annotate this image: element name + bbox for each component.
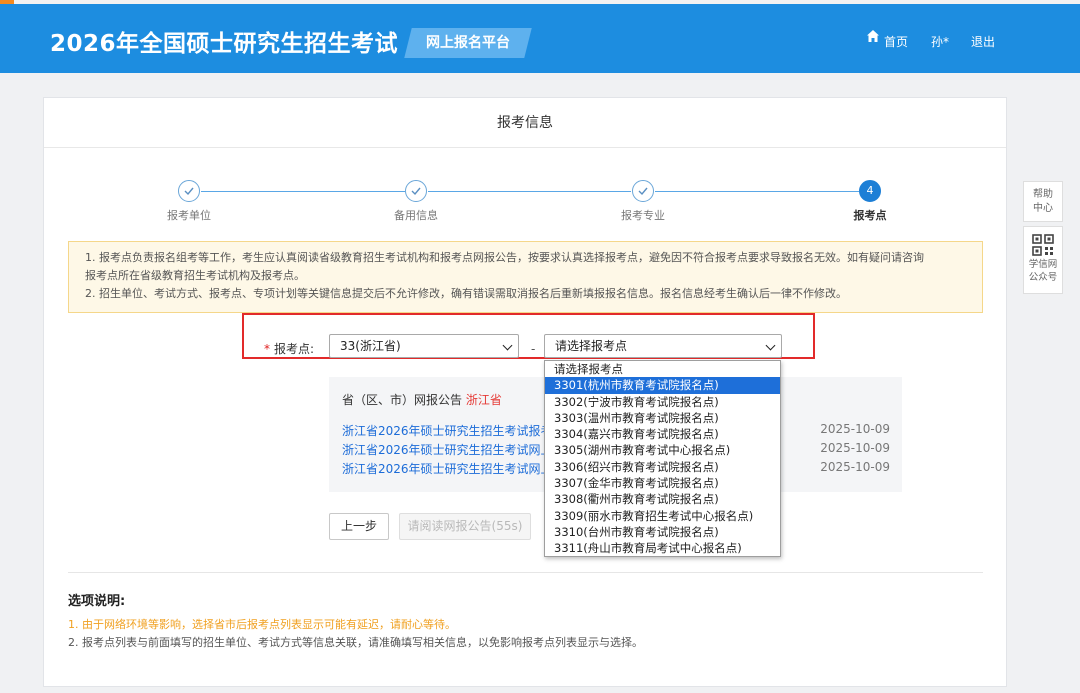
dropdown-option[interactable]: 3301(杭州市教育考试院报名点) (545, 377, 780, 394)
announcement-date: 2025-10-09 (820, 441, 890, 455)
select-separator: - (531, 342, 536, 356)
nav-user-name[interactable]: 孙* (931, 33, 949, 50)
step-2-label: 备用信息 (394, 209, 438, 222)
dropdown-option[interactable]: 3305(湖州市教育考试中心报名点) (545, 442, 780, 458)
dropdown-option[interactable]: 3304(嘉兴市教育考试院报名点) (545, 426, 780, 442)
announcement-link[interactable]: 浙江省2026年硕士研究生招生考试网上报 (342, 441, 557, 458)
nav-home-link[interactable]: 首页 (884, 33, 908, 50)
panel-title: 报考信息 (44, 98, 1006, 148)
nav-logout-link[interactable]: 退出 (971, 33, 995, 50)
divider (68, 572, 983, 573)
read-announcement-button[interactable]: 请阅读网报公告(55s) (399, 513, 531, 540)
step-connector (201, 191, 405, 192)
options-title: 选项说明: (68, 594, 126, 609)
options-note: 2. 报考点列表与前面填写的招生单位、考试方式等信息关联，请准确填写相关信息，以… (68, 636, 643, 649)
step-2-check-icon (405, 180, 427, 202)
exam-site-select[interactable]: 请选择报考点 (544, 334, 782, 358)
step-connector (428, 191, 631, 192)
platform-badge: 网上报名平台 (404, 28, 532, 58)
exam-site-dropdown[interactable]: 请选择报考点 3301(杭州市教育考试院报名点) 3302(宁波市教育考试院报名… (544, 360, 781, 557)
step-connector (655, 191, 859, 192)
header: 2026年全国硕士研究生招生考试 网上报名平台 (0, 4, 1080, 73)
dropdown-option[interactable]: 3303(温州市教育考试院报名点) (545, 410, 780, 426)
dropdown-option[interactable]: 3307(金华市教育考试院报名点) (545, 475, 780, 491)
exam-site-select-value: 请选择报考点 (555, 339, 628, 353)
chevron-down-icon (765, 340, 776, 351)
province-select-value: 33(浙江省) (340, 339, 401, 353)
dropdown-option[interactable]: 3309(丽水市教育招生考试中心报名点) (545, 508, 780, 524)
wechat-qr-button[interactable]: 学信网 公众号 (1023, 226, 1063, 294)
step-4-number: 4 (859, 180, 881, 202)
exam-site-label: * 报考点: (264, 340, 314, 357)
home-icon[interactable] (866, 29, 880, 43)
notice-line: 1. 报考点负责报名组考等工作，考生应认真阅读省级教育招生考试机构和报考点网报公… (85, 251, 924, 264)
options-note: 1. 由于网络环境等影响，选择省市后报考点列表显示可能有延迟，请耐心等待。 (68, 618, 456, 631)
notice-line: 2. 招生单位、考试方式、报考点、专项计划等关键信息提交后不允许修改，确有错误需… (85, 287, 847, 300)
dropdown-option[interactable]: 3306(绍兴市教育考试院报名点) (545, 459, 780, 475)
qr-label-line: 公众号 (1028, 272, 1058, 283)
exam-site-label-text: 报考点: (274, 342, 315, 356)
step-1-label: 报考单位 (167, 209, 211, 222)
announcement-heading-text: 省（区、市）网报公告 (342, 393, 463, 407)
dropdown-option[interactable]: 3310(台州市教育考试院报名点) (545, 524, 780, 540)
qr-code-icon (1032, 234, 1054, 256)
notice-box: 1. 报考点负责报名组考等工作，考生应认真阅读省级教育招生考试机构和报考点网报公… (68, 241, 983, 313)
platform-label: 网上报名平台 (426, 35, 510, 51)
announcement-heading: 省（区、市）网报公告 浙江省 (342, 391, 502, 408)
announcement-link[interactable]: 浙江省2026年硕士研究生招生考试报考点 (342, 422, 557, 439)
step-3-label: 报考专业 (621, 209, 665, 222)
required-star: * (264, 342, 270, 356)
dropdown-option[interactable]: 3311(舟山市教育局考试中心报名点) (545, 540, 780, 556)
notice-line: 报考点所在省级教育招生考试机构及报考点。 (85, 269, 305, 282)
help-center-label: 帮助中心 (1033, 189, 1053, 214)
announcement-date: 2025-10-09 (820, 460, 890, 474)
step-4-label: 报考点 (853, 209, 887, 222)
chevron-down-icon (502, 340, 513, 351)
step-3-check-icon (632, 180, 654, 202)
step-1-check-icon (178, 180, 200, 202)
announcement-date: 2025-10-09 (820, 422, 890, 436)
dropdown-option[interactable]: 3302(宁波市教育考试院报名点) (545, 394, 780, 410)
announcement-link[interactable]: 浙江省2026年硕士研究生招生考试网上报 (342, 460, 557, 477)
province-select[interactable]: 33(浙江省) (329, 334, 519, 358)
dropdown-option[interactable]: 请选择报考点 (545, 361, 780, 377)
qr-label-line: 学信网 (1028, 259, 1058, 270)
main-panel: 报考信息 4 报考单位 备用信息 报考专业 报考点 1. 报考点负责报名组考等工… (43, 97, 1007, 687)
dropdown-option[interactable]: 3308(衢州市教育考试院报名点) (545, 491, 780, 507)
prev-step-button[interactable]: 上一步 (329, 513, 389, 540)
help-center-button[interactable]: 帮助中心 (1023, 181, 1063, 222)
page-title: 2026年全国硕士研究生招生考试 (50, 31, 399, 57)
announcement-province: 浙江省 (465, 393, 502, 407)
